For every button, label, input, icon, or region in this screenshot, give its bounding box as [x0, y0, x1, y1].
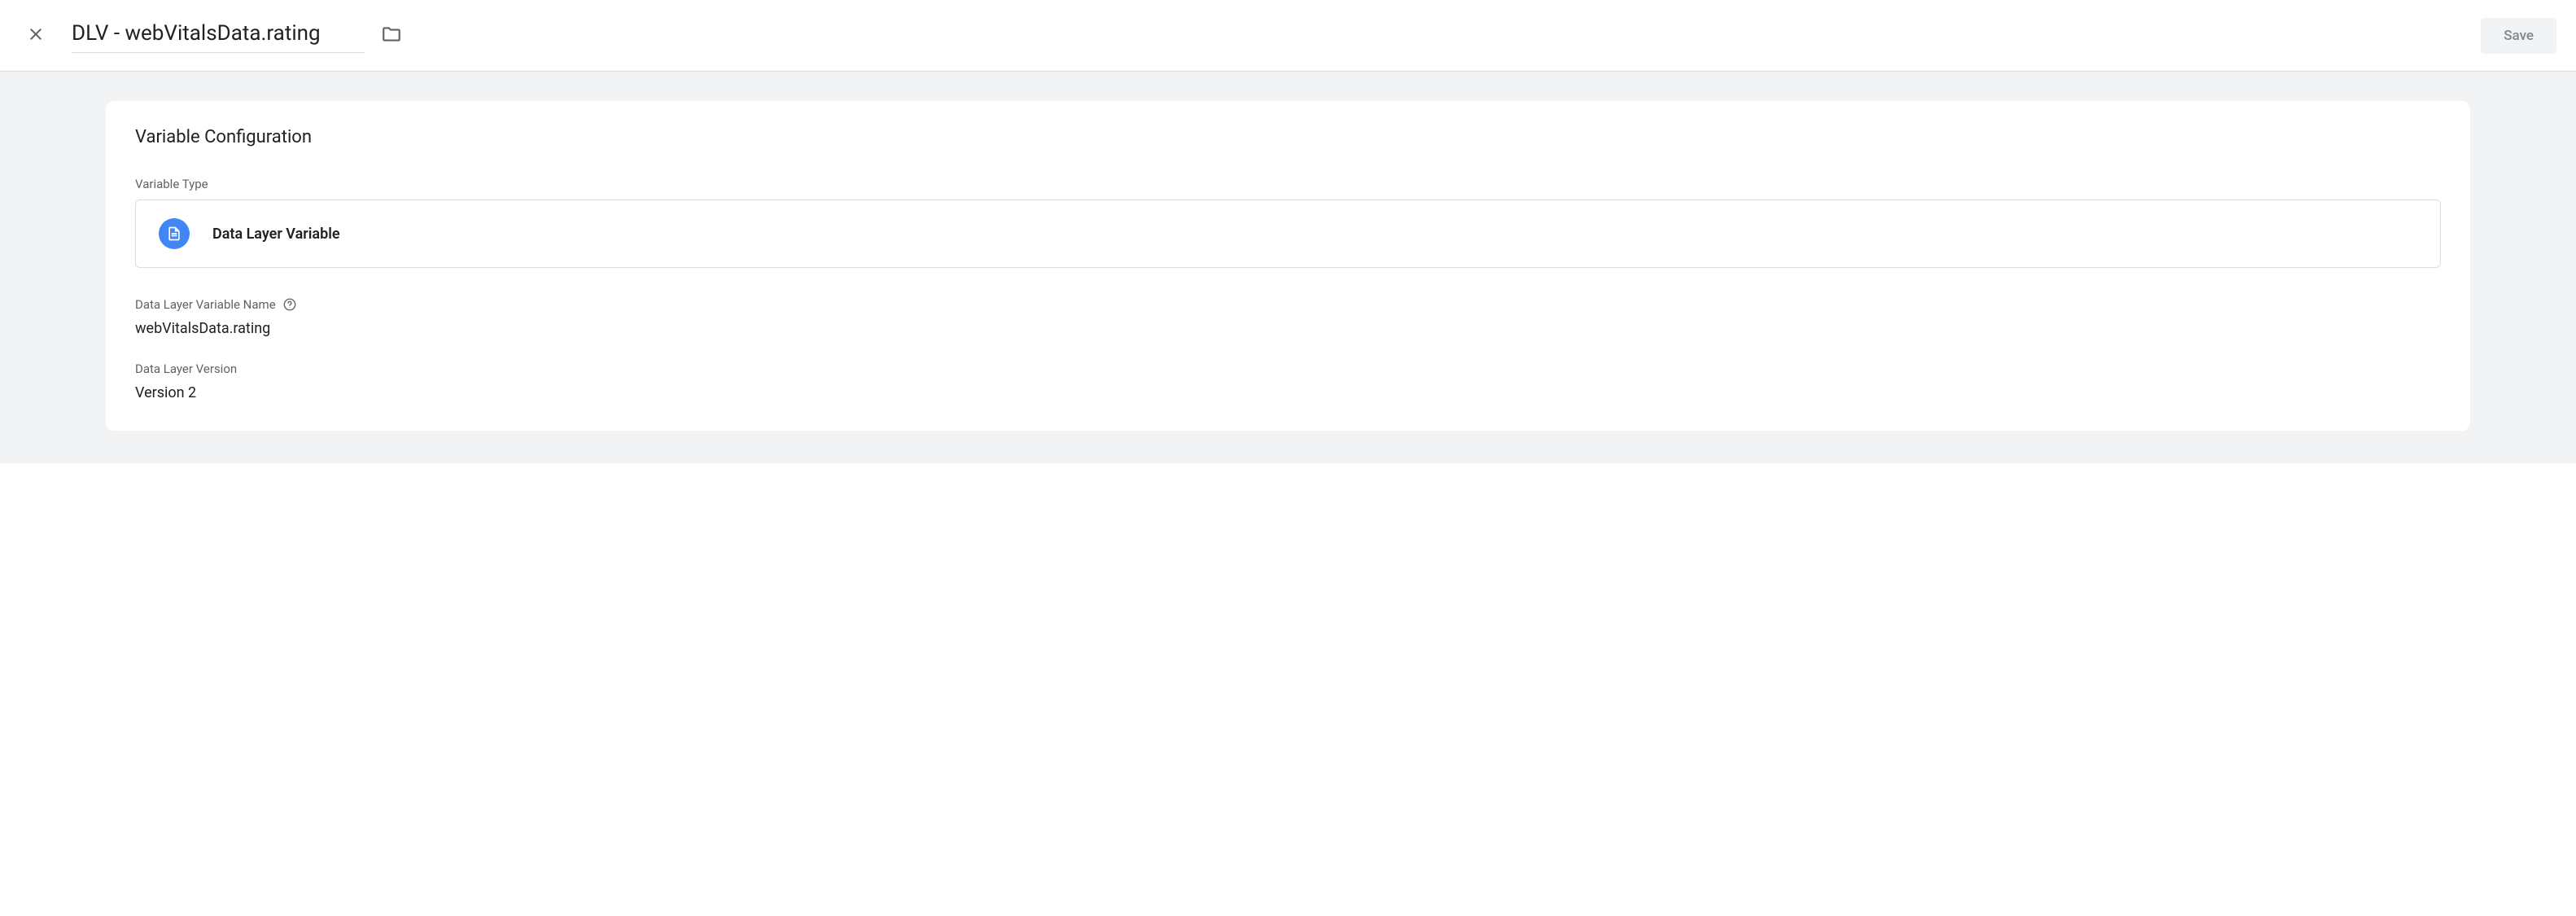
variable-name-label: Data Layer Variable Name [135, 297, 2441, 312]
folder-button[interactable] [381, 24, 402, 48]
save-button[interactable]: Save [2481, 18, 2556, 54]
variable-name-value: webVitalsData.rating [135, 320, 2441, 337]
variable-type-selector[interactable]: Data Layer Variable [135, 199, 2441, 268]
version-value: Version 2 [135, 384, 2441, 401]
variable-name-input[interactable] [72, 18, 365, 53]
close-button[interactable] [20, 20, 52, 52]
header: Save [0, 0, 2576, 72]
version-label: Data Layer Version [135, 362, 2441, 376]
configuration-card: Variable Configuration Variable Type Dat… [106, 101, 2470, 431]
help-icon[interactable] [282, 297, 297, 312]
variable-type-label: Variable Type [135, 177, 2441, 191]
data-layer-variable-icon [159, 218, 190, 249]
content-area: Variable Configuration Variable Type Dat… [0, 72, 2576, 463]
folder-icon [381, 24, 402, 48]
variable-type-value: Data Layer Variable [212, 226, 340, 243]
card-title: Variable Configuration [135, 127, 2441, 147]
close-icon [26, 24, 46, 47]
